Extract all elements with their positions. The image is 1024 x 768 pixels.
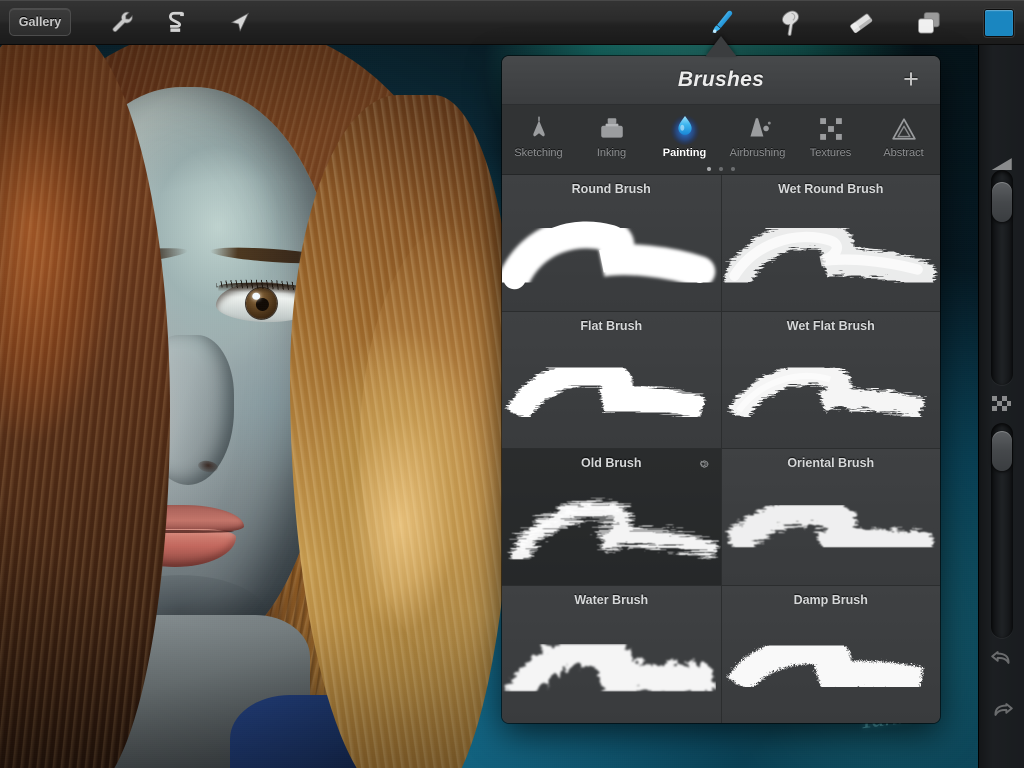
brush-name: Round Brush [571,182,651,196]
airbrush-icon [721,114,794,144]
brush-cell-round-brush[interactable]: Round Brush [502,175,721,311]
category-page-dots [502,167,940,171]
inkpot-icon [575,114,648,144]
brush-stroke-preview [722,334,941,448]
slider-thumb[interactable] [991,431,1012,471]
brush-row: Flat Brush Wet Flat Brush [502,312,940,449]
brush-category-inking[interactable]: Inking [575,105,648,174]
brush-name: Wet Flat Brush [786,319,875,333]
gallery-button[interactable]: Gallery [9,8,71,36]
brush-stroke-preview [502,197,721,311]
wrench-icon[interactable] [100,0,146,45]
brush-row: Round Brush Wet Round Brush [502,175,940,312]
eraser-icon[interactable] [838,0,884,45]
adjust-icon[interactable] [155,0,201,45]
category-label: Sketching [514,147,563,159]
add-brush-button[interactable]: + [898,66,924,93]
category-label: Airbrushing [729,147,786,159]
brush-size-slider[interactable] [990,170,1013,385]
slider-thumb[interactable] [991,182,1012,222]
brush-opacity-icon [989,393,1015,419]
checker-icon [794,114,867,144]
brush-category-painting[interactable]: Painting [648,105,721,174]
brush-stroke-preview [722,471,941,585]
brush-cell-wet-round-brush[interactable]: Wet Round Brush [720,175,941,311]
brush-cell-water-brush[interactable]: Water Brush [502,586,721,723]
brush-stroke-preview [502,608,721,723]
brush-categories: Sketching Inking Painting Airbrushing Te… [502,105,940,175]
water-drop-icon [648,113,721,145]
brush-category-textures[interactable]: Textures [794,105,867,174]
brush-category-sketching[interactable]: Sketching [502,105,575,174]
brush-name: Old Brush [581,456,642,470]
brush-cell-oriental-brush[interactable]: Oriental Brush [720,449,941,585]
category-label: Inking [596,147,627,159]
brush-name: Wet Round Brush [778,182,884,196]
smudge-icon[interactable] [768,0,814,45]
brush-name: Damp Brush [793,593,868,607]
brush-row: Water Brush Damp Brush [502,586,940,723]
category-label: Textures [809,147,852,159]
brush-cell-wet-flat-brush[interactable]: Wet Flat Brush [720,312,941,448]
triangle-icon [867,114,940,144]
layers-icon[interactable] [906,0,952,45]
brush-stroke-preview [721,197,941,311]
brush-cell-old-brush[interactable]: Old Brush [502,449,721,585]
brushes-panel: Brushes + Sketching Inking Painting Airb… [502,56,940,723]
brush-stroke-preview [722,608,941,723]
undo-icon[interactable] [989,645,1015,671]
brush-stroke-preview [502,334,721,448]
gear-icon[interactable] [696,457,710,471]
right-sidebar [978,45,1024,768]
panel-pointer-arrow [705,36,737,57]
brush-cell-damp-brush[interactable]: Damp Brush [720,586,941,723]
brush-name: Water Brush [574,593,649,607]
category-label: Abstract [883,147,924,159]
pencil-icon [502,114,575,144]
color-swatch-button[interactable] [984,9,1014,37]
panel-title: Brushes [677,68,765,91]
brush-cell-flat-brush[interactable]: Flat Brush [502,312,721,448]
procreate-app: Yanh Gallery [0,0,1024,768]
brush-stroke-preview [502,471,721,585]
brush-category-abstract[interactable]: Abstract [867,105,940,174]
brush-grid: Round Brush Wet Round Brush Flat Brush W… [502,175,940,723]
brush-name: Oriental Brush [787,456,875,470]
brushes-panel-header: Brushes + [502,56,940,105]
select-icon[interactable] [217,0,263,45]
redo-icon[interactable] [989,697,1015,723]
brush-row: Old Brush Oriental Brush [502,449,940,586]
brush-name: Flat Brush [580,319,643,333]
top-toolbar: Gallery [0,0,1024,45]
brush-opacity-slider[interactable] [990,423,1013,638]
brush-category-airbrushing[interactable]: Airbrushing [721,105,794,174]
category-label: Painting [662,147,707,159]
